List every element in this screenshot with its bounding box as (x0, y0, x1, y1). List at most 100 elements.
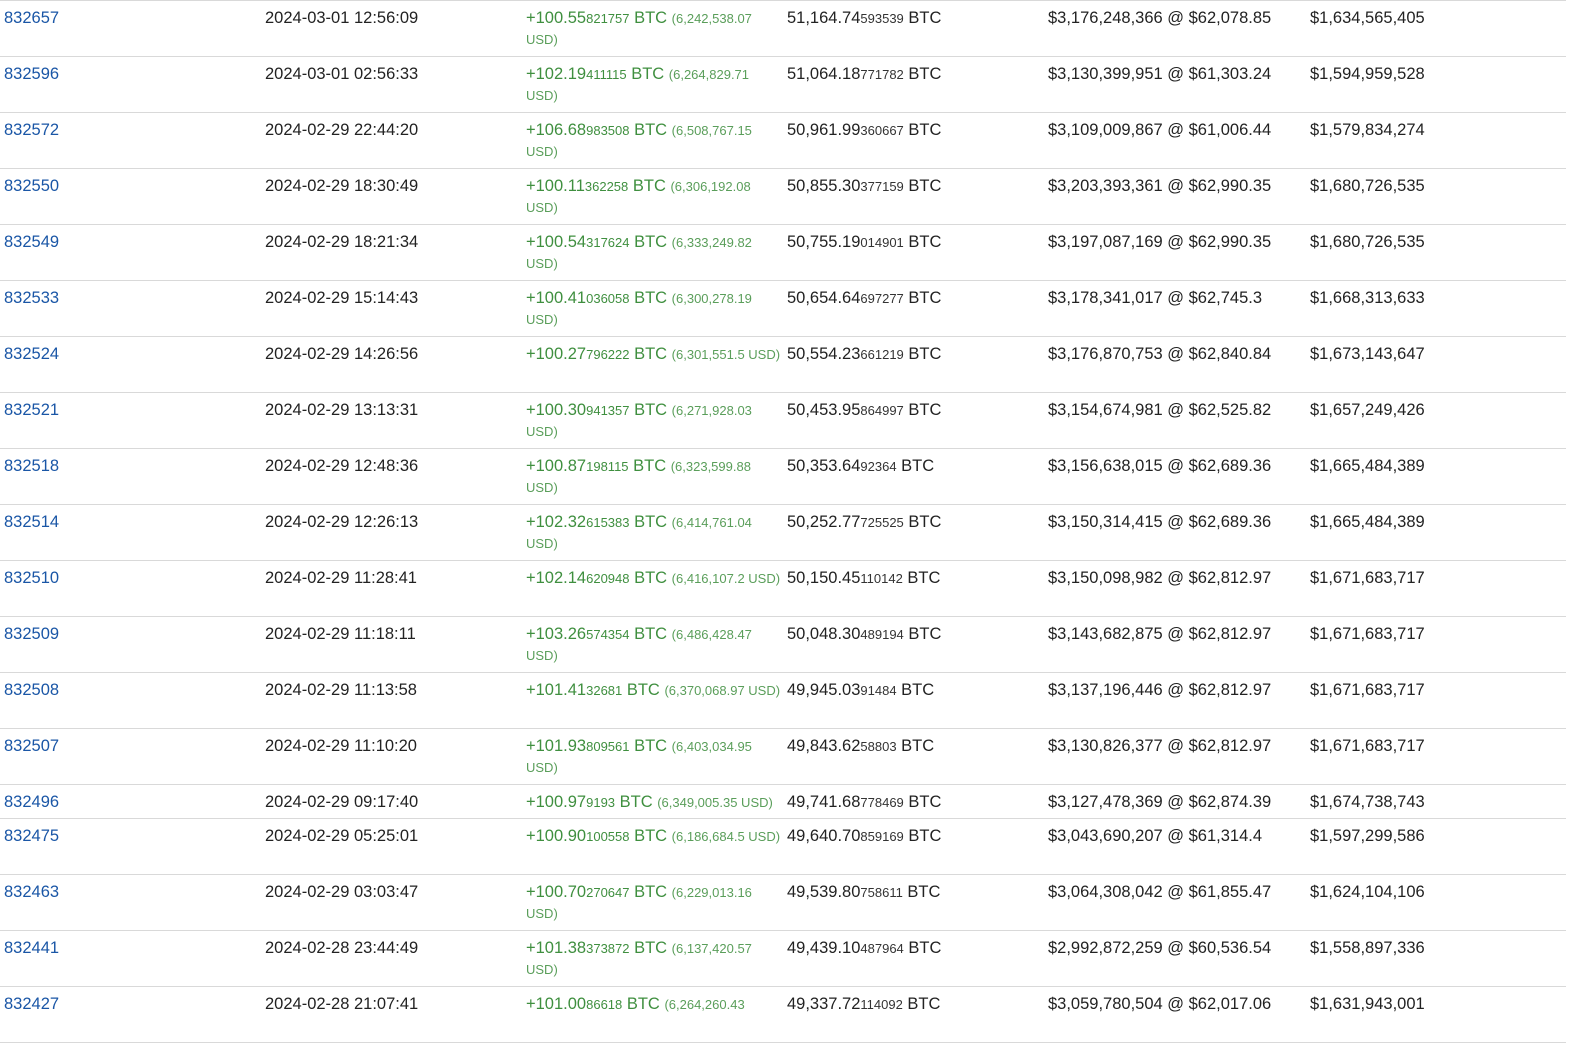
balance-unit: BTC (903, 793, 942, 811)
value-cell: $3,150,314,415 @ $62,689.36 (1048, 513, 1272, 531)
block-cell: 832550 (4, 176, 59, 196)
amount-unit: BTC (629, 401, 672, 419)
block-cell: 832518 (4, 456, 59, 476)
amount-unit: BTC (628, 177, 671, 195)
amount-main: +101.93 (526, 737, 587, 755)
table-row: 832514 2024-02-29 12:26:13 +102.32615383 B… (0, 505, 1566, 561)
block-cell: 832514 (4, 512, 59, 532)
amount-main: +101.00 (526, 995, 587, 1013)
block-cell: 832657 (4, 8, 59, 28)
block-link[interactable]: 832521 (4, 401, 59, 419)
amount-cell: +100.11362258 BTC (6,306,192.08 USD) (526, 176, 784, 218)
balance-cell: 49,337.72114092 BTC (787, 994, 940, 1015)
amount-unit: BTC (628, 457, 671, 475)
balance-cell: 50,252.77725525 BTC (787, 512, 941, 533)
balance-decimals: 661219 (860, 347, 904, 362)
table-row: 832509 2024-02-29 11:18:11 +103.26574354 B… (0, 617, 1566, 673)
amount-decimals: 362258 (584, 179, 629, 194)
block-link[interactable]: 832509 (4, 625, 59, 643)
block-link[interactable]: 832550 (4, 177, 59, 195)
amount-decimals: 620948 (586, 571, 630, 586)
table-row: 832524 2024-02-29 14:26:56 +100.27796222 B… (0, 337, 1566, 393)
block-link[interactable]: 832508 (4, 681, 59, 699)
value-cell: $3,127,478,369 @ $62,874.39 (1048, 793, 1272, 811)
balance-cell: 50,048.30489194 BTC (787, 624, 941, 645)
market-cap-cell: $1,631,943,001 (1310, 995, 1425, 1013)
block-link[interactable]: 832427 (4, 995, 59, 1013)
balance-unit: BTC (903, 827, 942, 845)
balance-decimals: 110142 (860, 571, 903, 586)
block-link[interactable]: 832549 (4, 233, 59, 251)
balance-cell: 51,164.74593539 BTC (787, 8, 941, 29)
balance-unit: BTC (903, 65, 942, 83)
block-link[interactable]: 832463 (4, 883, 59, 901)
market-cap-cell: $1,671,683,717 (1310, 569, 1425, 587)
block-link[interactable]: 832496 (4, 793, 59, 811)
amount-unit: BTC (629, 883, 672, 901)
amount-unit: BTC (629, 939, 672, 957)
block-link[interactable]: 832524 (4, 345, 59, 363)
table-row: 832533 2024-02-29 15:14:43 +100.41036058 B… (0, 281, 1566, 337)
balance-cell: 50,654.64697277 BTC (787, 288, 941, 309)
balance-unit: BTC (903, 9, 942, 27)
balance-main: 51,064.18 (787, 65, 861, 83)
amount-main: +100.54 (526, 233, 587, 251)
block-link[interactable]: 832572 (4, 121, 59, 139)
block-cell: 832509 (4, 624, 59, 644)
amount-cell: +100.70270647 BTC (6,229,013.16 USD) (526, 882, 784, 924)
table-row: 832427 2024-02-28 21:07:41 +101.0086618 BT… (0, 987, 1566, 1043)
balance-main: 49,439.10 (787, 939, 861, 957)
block-link[interactable]: 832596 (4, 65, 59, 83)
balance-main: 49,539.80 (787, 883, 861, 901)
value-cell: $3,150,098,982 @ $62,812.97 (1048, 569, 1272, 587)
amount-decimals: 32681 (586, 683, 623, 698)
amount-usd: (6,186,684.5 USD) (671, 829, 781, 844)
balance-decimals: 725525 (860, 515, 904, 530)
amount-unit: BTC (629, 737, 672, 755)
value-cell: $3,043,690,207 @ $61,314.4 (1048, 827, 1263, 845)
amount-unit: BTC (629, 289, 672, 307)
time-cell: 2024-02-29 05:25:01 (265, 827, 419, 845)
table-row: 832521 2024-02-29 13:13:31 +100.30941357 B… (0, 393, 1566, 449)
block-link[interactable]: 832475 (4, 827, 59, 845)
block-cell: 832463 (4, 882, 59, 902)
block-cell: 832510 (4, 568, 59, 588)
block-cell: 832475 (4, 826, 59, 846)
value-cell: $3,197,087,169 @ $62,990.35 (1048, 233, 1272, 251)
balance-unit: BTC (902, 995, 941, 1013)
table-row: 832507 2024-02-29 11:10:20 +101.93809561 B… (0, 729, 1566, 785)
table-row: 832572 2024-02-29 22:44:20 +106.68983508 B… (0, 113, 1566, 169)
amount-cell: +100.30941357 BTC (6,271,928.03 USD) (526, 400, 784, 442)
block-link[interactable]: 832510 (4, 569, 59, 587)
amount-main: +106.68 (526, 121, 587, 139)
amount-main: +100.41 (526, 289, 587, 307)
balance-decimals: 360667 (860, 123, 904, 138)
table-row: 832463 2024-02-29 03:03:47 +100.70270647 B… (0, 875, 1566, 931)
balance-unit: BTC (903, 625, 942, 643)
block-link[interactable]: 832657 (4, 9, 59, 27)
value-cell: $3,064,308,042 @ $61,855.47 (1048, 883, 1272, 901)
value-cell: $2,992,872,259 @ $60,536.54 (1048, 939, 1272, 957)
balance-decimals: 489194 (860, 627, 904, 642)
block-link[interactable]: 832533 (4, 289, 59, 307)
balance-unit: BTC (903, 401, 942, 419)
block-link[interactable]: 832507 (4, 737, 59, 755)
amount-decimals: 574354 (586, 627, 630, 642)
block-link[interactable]: 832514 (4, 513, 59, 531)
balance-main: 50,453.95 (787, 401, 861, 419)
block-link[interactable]: 832518 (4, 457, 59, 475)
balance-cell: 50,961.99360667 BTC (787, 120, 941, 141)
time-cell: 2024-02-29 11:28:41 (265, 569, 417, 587)
amount-main: +100.27 (526, 345, 587, 363)
balance-decimals: 487964 (860, 941, 904, 956)
time-cell: 2024-02-29 18:21:34 (265, 233, 419, 251)
balance-unit: BTC (903, 121, 942, 139)
amount-unit: BTC (626, 65, 669, 83)
market-cap-cell: $1,671,683,717 (1310, 737, 1425, 755)
balance-cell: 49,843.6258803 BTC (787, 736, 934, 757)
amount-usd: (6,301,551.5 USD) (671, 347, 781, 362)
amount-decimals: 821757 (586, 11, 630, 26)
amount-usd: (6,370,068.97 USD) (664, 683, 781, 698)
amount-unit: BTC (622, 681, 665, 699)
block-link[interactable]: 832441 (4, 939, 59, 957)
